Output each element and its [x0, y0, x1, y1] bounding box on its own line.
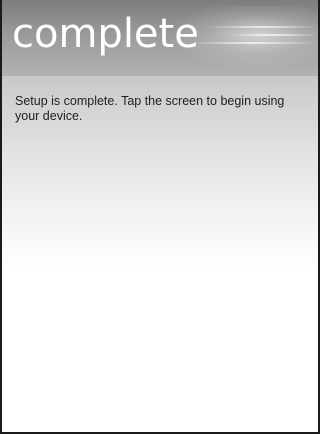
- setup-complete-message: Setup is complete. Tap the screen to beg…: [15, 94, 285, 123]
- header-streak-decoration: [228, 34, 318, 36]
- header-streak-decoration: [188, 42, 318, 44]
- header-streak-decoration: [208, 26, 318, 28]
- header-banner: complete: [2, 0, 318, 76]
- setup-complete-screen[interactable]: complete Setup is complete. Tap the scre…: [0, 0, 320, 434]
- page-title: complete: [12, 11, 199, 57]
